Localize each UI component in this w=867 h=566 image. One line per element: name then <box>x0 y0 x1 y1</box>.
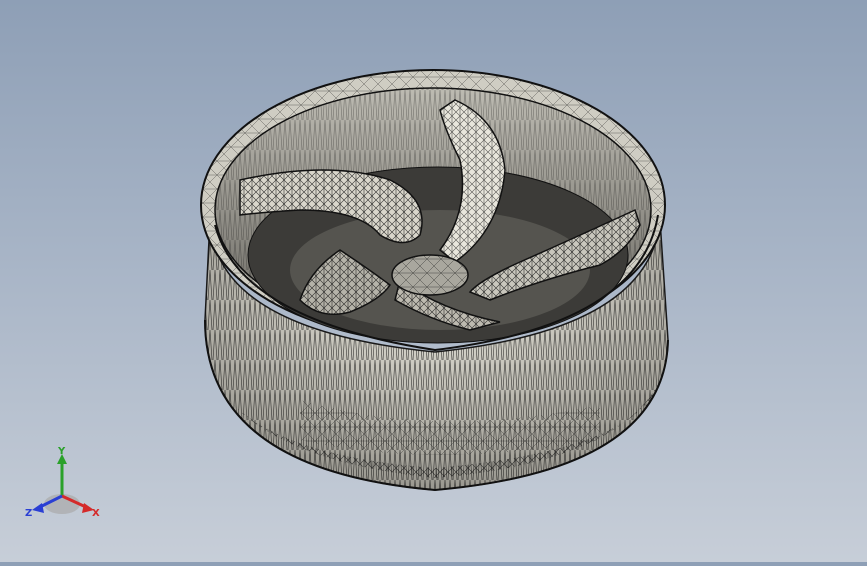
z-axis-label: Z <box>25 508 32 519</box>
wheel-model[interactable] <box>0 0 867 562</box>
y-axis-label: Y <box>57 446 66 457</box>
reference-triad: Y X Z <box>22 446 106 530</box>
x-axis-label: X <box>92 508 100 519</box>
wheel-hub <box>391 254 469 296</box>
graphics-viewport[interactable] <box>0 0 867 562</box>
